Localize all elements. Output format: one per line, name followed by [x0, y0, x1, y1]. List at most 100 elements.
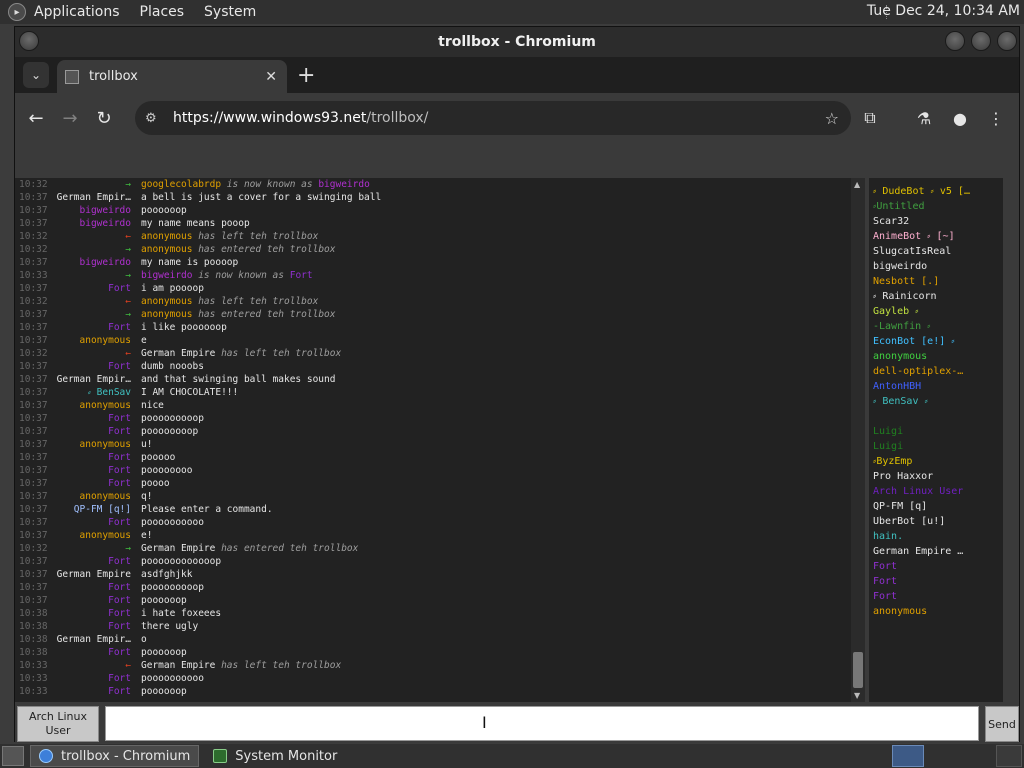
- url-text[interactable]: https://www.windows93.net/trollbox/: [173, 110, 428, 126]
- message-nick[interactable]: Fort: [49, 685, 141, 698]
- system-target[interactable]: bigweirdo: [313, 179, 369, 190]
- message-nick[interactable]: bigweirdo: [49, 217, 141, 230]
- new-tab-button[interactable]: +: [297, 63, 315, 88]
- message-nick[interactable]: Fort: [49, 412, 141, 425]
- user-list-item[interactable]: bigweirdo: [873, 259, 1003, 274]
- message-nick[interactable]: Fort: [49, 620, 141, 633]
- message-nick[interactable]: anonymous: [49, 490, 141, 503]
- message-nick[interactable]: anonymous: [49, 399, 141, 412]
- message-nick[interactable]: ←: [49, 347, 141, 360]
- site-info-icon[interactable]: ⚙: [145, 111, 163, 126]
- user-list-item[interactable]: Pro Haxxor: [873, 469, 1003, 484]
- message-nick[interactable]: anonymous: [49, 438, 141, 451]
- system-subject[interactable]: anonymous: [141, 309, 192, 320]
- user-list-item[interactable]: Luigi: [873, 439, 1003, 454]
- message-nick[interactable]: ←: [49, 295, 141, 308]
- reload-button[interactable]: ↻: [87, 101, 121, 135]
- window-titlebar[interactable]: trollbox - Chromium: [15, 27, 1019, 57]
- scroll-up-icon[interactable]: ▲: [854, 180, 860, 189]
- system-menu[interactable]: System: [204, 4, 256, 20]
- message-nick[interactable]: ←: [49, 659, 141, 672]
- message-nick[interactable]: Fort: [49, 646, 141, 659]
- close-window-button[interactable]: [997, 31, 1017, 51]
- tab-trollbox[interactable]: trollbox ✕: [57, 60, 287, 93]
- system-subject[interactable]: German Empire: [141, 348, 215, 359]
- user-list-item[interactable]: anonymous: [873, 604, 1003, 619]
- system-target[interactable]: Fort: [284, 270, 313, 281]
- user-list-item[interactable]: Luigi: [873, 424, 1003, 439]
- message-input[interactable]: I: [105, 706, 979, 741]
- message-nick[interactable]: German Empir…: [49, 633, 141, 646]
- user-list-item[interactable]: ⸗Untitled: [873, 199, 1003, 214]
- minimize-button[interactable]: [945, 31, 965, 51]
- chat-log[interactable]: 10:32 → googlecolabrdp is now known as big…: [15, 178, 851, 702]
- message-nick[interactable]: anonymous: [49, 334, 141, 347]
- user-list-item[interactable]: Fort: [873, 559, 1003, 574]
- system-subject[interactable]: anonymous: [141, 244, 192, 255]
- message-nick[interactable]: →: [49, 542, 141, 555]
- tray-chromium-icon[interactable]: [892, 745, 924, 767]
- task-system-monitor[interactable]: System Monitor: [205, 745, 345, 767]
- user-list-item[interactable]: ⸗ Rainicorn: [873, 289, 1003, 304]
- extensions-button[interactable]: ⧉: [853, 101, 887, 135]
- message-nick[interactable]: Fort: [49, 516, 141, 529]
- message-nick[interactable]: Fort: [49, 425, 141, 438]
- message-nick[interactable]: bigweirdo: [49, 204, 141, 217]
- user-list-item[interactable]: ⸗ BenSav ⸗: [873, 394, 1003, 409]
- message-nick[interactable]: Fort: [49, 581, 141, 594]
- message-nick[interactable]: →: [49, 269, 141, 282]
- forward-button[interactable]: →: [53, 101, 87, 135]
- scroll-thumb[interactable]: [853, 652, 863, 688]
- message-nick[interactable]: Fort: [49, 477, 141, 490]
- message-nick[interactable]: Fort: [49, 282, 141, 295]
- user-list-item[interactable]: Fort: [873, 574, 1003, 589]
- message-nick[interactable]: German Empir…: [49, 373, 141, 386]
- address-bar[interactable]: ⚙ https://www.windows93.net/trollbox/ ☆: [135, 101, 851, 135]
- maximize-button[interactable]: [971, 31, 991, 51]
- message-nick[interactable]: Fort: [49, 321, 141, 334]
- system-subject[interactable]: googlecolabrdp: [141, 179, 221, 190]
- message-nick[interactable]: bigweirdo: [49, 256, 141, 269]
- message-nick[interactable]: German Empir…: [49, 191, 141, 204]
- system-subject[interactable]: anonymous: [141, 231, 192, 242]
- show-desktop-button[interactable]: [2, 746, 24, 766]
- message-nick[interactable]: Fort: [49, 451, 141, 464]
- message-nick[interactable]: Fort: [49, 607, 141, 620]
- bookmark-star-icon[interactable]: ☆: [825, 109, 839, 128]
- message-nick[interactable]: →: [49, 178, 141, 191]
- scroll-down-icon[interactable]: ▼: [854, 691, 860, 700]
- profile-button[interactable]: ●: [943, 101, 977, 135]
- user-list-item[interactable]: ⸗ DudeBot ⸗ v5 […: [873, 184, 1003, 199]
- user-list-item[interactable]: SlugcatIsReal: [873, 244, 1003, 259]
- user-list-item[interactable]: [873, 409, 1003, 424]
- user-list-item[interactable]: dell-optiplex-…: [873, 364, 1003, 379]
- page-scrollbar[interactable]: [1005, 178, 1019, 702]
- message-nick[interactable]: German Empire: [49, 568, 141, 581]
- user-list-item[interactable]: German Empire …: [873, 544, 1003, 559]
- user-list-item[interactable]: QP-FM [q]: [873, 499, 1003, 514]
- user-list-item[interactable]: AnimeBot ⸗ [~]: [873, 229, 1003, 244]
- user-list-item[interactable]: Arch Linux User: [873, 484, 1003, 499]
- message-nick[interactable]: Fort: [49, 360, 141, 373]
- message-nick[interactable]: →: [49, 308, 141, 321]
- back-button[interactable]: ←: [19, 101, 53, 135]
- user-list-item[interactable]: Nesbott [.]: [873, 274, 1003, 289]
- user-list-item[interactable]: ⸗ByzEmp: [873, 454, 1003, 469]
- user-list-item[interactable]: -Lawnfin ⸗: [873, 319, 1003, 334]
- window-menu-button[interactable]: [19, 31, 39, 51]
- nickname-button[interactable]: Arch Linux User: [17, 706, 99, 742]
- message-nick[interactable]: anonymous: [49, 529, 141, 542]
- message-nick[interactable]: Fort: [49, 672, 141, 685]
- user-list-item[interactable]: Scar32: [873, 214, 1003, 229]
- send-button[interactable]: Send: [985, 706, 1019, 742]
- places-menu[interactable]: Places: [140, 4, 185, 20]
- user-list-item[interactable]: anonymous: [873, 349, 1003, 364]
- tab-search-button[interactable]: ⌄: [23, 62, 49, 88]
- chat-scrollbar[interactable]: ▲ ▼: [851, 178, 865, 702]
- task-chromium[interactable]: trollbox - Chromium: [30, 745, 200, 767]
- user-list-item[interactable]: UberBot [u!]: [873, 514, 1003, 529]
- message-nick[interactable]: Fort: [49, 464, 141, 477]
- system-subject[interactable]: bigweirdo: [141, 270, 192, 281]
- user-list-item[interactable]: Gayleb ⸗: [873, 304, 1003, 319]
- labs-button[interactable]: ⚗: [907, 101, 941, 135]
